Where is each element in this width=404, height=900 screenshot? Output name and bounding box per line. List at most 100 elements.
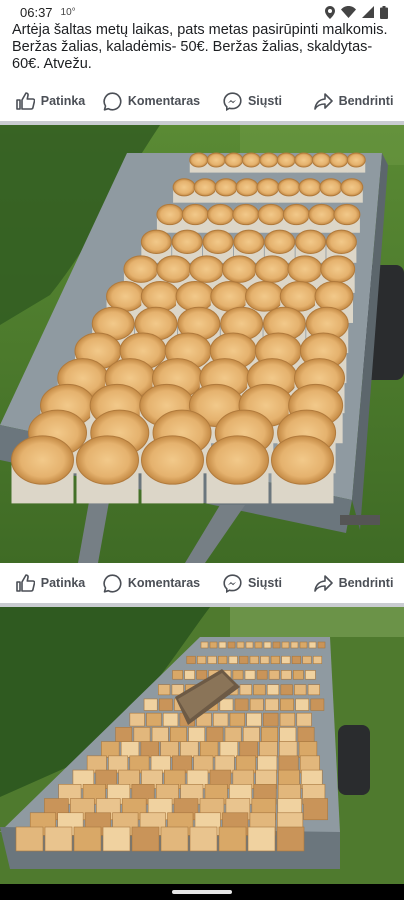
- split-wood-piece: [160, 826, 189, 852]
- split-wood-piece: [263, 712, 279, 727]
- status-icons: [325, 5, 388, 19]
- split-wood-piece: [206, 727, 224, 742]
- split-wood-piece: [162, 712, 179, 727]
- split-wood-piece: [218, 655, 228, 664]
- log-round: [277, 178, 301, 197]
- log-round: [210, 281, 250, 312]
- split-wood-piece: [266, 684, 280, 696]
- split-wood-piece: [270, 655, 280, 664]
- split-wood-piece: [228, 655, 238, 664]
- photo-log-rounds[interactable]: [0, 125, 404, 563]
- log-round: [346, 152, 366, 168]
- status-time: 06:37: [20, 4, 53, 20]
- log-round: [241, 152, 261, 168]
- status-temperature: 10°: [60, 6, 76, 18]
- split-wood-piece: [299, 641, 308, 649]
- log-round: [221, 255, 257, 283]
- share-button-2[interactable]: Bendrinti: [303, 574, 404, 592]
- split-wood-piece: [218, 641, 227, 649]
- split-wood-piece: [102, 826, 131, 852]
- log-round: [264, 229, 296, 255]
- split-wood-piece: [158, 684, 171, 696]
- split-wood-piece: [280, 684, 293, 696]
- split-wood-piece: [186, 655, 196, 664]
- split-wood-piece: [196, 670, 208, 680]
- split-wood-piece: [73, 826, 102, 852]
- split-wood-piece: [44, 826, 73, 852]
- like-button[interactable]: Patinka: [0, 92, 101, 110]
- split-wood-piece: [180, 741, 199, 758]
- split-wood-piece: [297, 727, 315, 742]
- split-wood-piece: [101, 741, 120, 758]
- log-round: [224, 152, 244, 168]
- post-action-bar: Patinka Komentaras Siųsti Bendrinti: [0, 81, 404, 121]
- split-wood-piece: [272, 641, 281, 649]
- log-round: [271, 435, 334, 485]
- log-round: [333, 203, 361, 226]
- share-icon: [313, 92, 333, 110]
- log-round: [282, 203, 310, 226]
- log-round: [206, 203, 234, 226]
- log-round: [156, 203, 184, 226]
- split-wood-piece: [260, 655, 270, 664]
- split-wood-piece: [254, 641, 263, 649]
- like-label: Patinka: [40, 576, 86, 590]
- log-round: [329, 152, 349, 168]
- split-wood-piece: [129, 712, 145, 727]
- log-round: [11, 435, 74, 485]
- log-round: [156, 255, 192, 283]
- log-round: [256, 178, 280, 197]
- split-wood-piece: [256, 670, 268, 680]
- log-round: [295, 229, 327, 255]
- share-button[interactable]: Bendrinti: [303, 92, 404, 110]
- split-wood-piece: [298, 741, 318, 758]
- split-wood-piece: [242, 727, 260, 742]
- log-round: [141, 435, 204, 485]
- split-wood-piece: [189, 826, 218, 852]
- messenger-icon: [223, 573, 242, 593]
- split-wood-piece: [249, 698, 264, 711]
- log-round: [189, 152, 209, 168]
- split-wood-piece: [253, 684, 266, 696]
- comment-button[interactable]: Komentaras: [101, 91, 202, 111]
- split-wood-piece: [307, 684, 320, 696]
- battery-icon: [380, 5, 388, 19]
- split-wood-piece: [280, 698, 294, 711]
- photo-split-firewood-image: [0, 607, 404, 884]
- home-gesture-handle[interactable]: [172, 890, 232, 894]
- split-wood-piece: [219, 741, 239, 758]
- split-wood-piece: [184, 670, 195, 680]
- split-wood-piece: [294, 684, 307, 696]
- split-wood-piece: [224, 727, 242, 742]
- log-round: [175, 281, 215, 312]
- messenger-icon: [223, 91, 242, 111]
- log-round: [245, 281, 285, 312]
- split-wood-piece: [259, 741, 278, 758]
- log-round: [320, 255, 356, 283]
- log-round: [206, 152, 226, 168]
- log-round: [294, 152, 314, 168]
- split-wood-piece: [115, 727, 133, 742]
- log-round: [232, 203, 260, 226]
- split-wood-piece: [245, 641, 254, 649]
- log-round: [257, 203, 285, 226]
- like-button-2[interactable]: Patinka: [0, 574, 101, 592]
- split-wood-piece: [303, 798, 328, 821]
- split-wood-piece: [170, 727, 187, 742]
- log-round: [311, 152, 331, 168]
- split-wood-piece: [302, 655, 312, 664]
- send-button[interactable]: Siųsti: [202, 91, 303, 111]
- split-wood-piece: [263, 641, 272, 649]
- split-wood-piece: [133, 727, 151, 742]
- signal-icon: [362, 6, 374, 18]
- photo-split-firewood[interactable]: [0, 607, 404, 884]
- split-wood-piece: [247, 826, 276, 852]
- send-button-2[interactable]: Siųsti: [202, 573, 303, 593]
- split-wood-piece: [293, 670, 304, 680]
- split-wood-piece: [143, 698, 158, 711]
- log-round: [123, 255, 159, 283]
- split-wood-piece: [295, 698, 310, 711]
- log-round: [259, 152, 279, 168]
- comment-button-2[interactable]: Komentaras: [101, 573, 202, 593]
- split-wood-piece: [249, 655, 259, 664]
